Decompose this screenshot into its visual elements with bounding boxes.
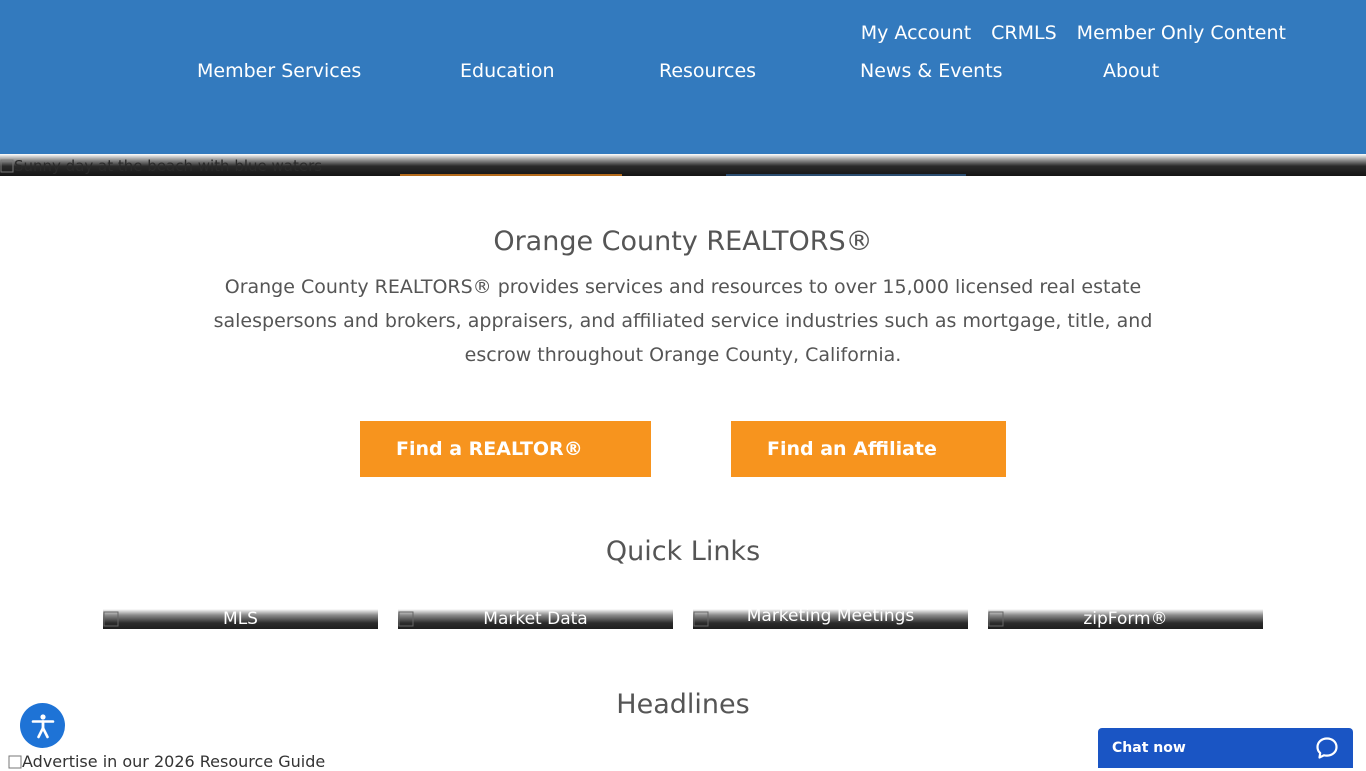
nav-my-account[interactable]: My Account [861,22,971,44]
utility-nav: My Account CRMLS Member Only Content [861,22,1286,44]
site-header: My Account CRMLS Member Only Content Mem… [0,0,1366,154]
quick-link-label: Marketing Meetings [746,609,915,626]
nav-news-events[interactable]: News & Events [860,60,1003,82]
accessibility-icon [31,713,54,738]
hero-alt-text: Sunny day at the beach with blue waters [14,157,323,175]
quick-link-label: MLS [223,609,258,629]
quick-link-market-data[interactable]: Market Data [398,609,673,629]
chat-bubble-icon [1316,737,1338,759]
accessibility-button[interactable] [20,703,65,748]
quick-links-title: Quick Links [605,536,761,567]
broken-image-icon [8,755,22,769]
find-realtor-button[interactable]: Find a REALTOR® [360,421,651,477]
advert-alt-text: Advertise in our 2026 Resource Guide [22,752,326,771]
chat-widget[interactable]: Chat now [1098,728,1353,768]
find-affiliate-button[interactable]: Find an Affiliate [731,421,1006,477]
quick-link-zipform[interactable]: zipForm® [988,609,1263,629]
nav-resources[interactable]: Resources [659,60,756,82]
nav-member-only-content[interactable]: Member Only Content [1077,22,1286,44]
quick-link-label: zipForm® [1083,609,1168,629]
hero-accent-blue [726,174,966,176]
quick-link-label: Market Data [483,609,588,629]
headlines-title: Headlines [616,689,750,720]
quick-link-mls[interactable]: MLS [103,609,378,629]
hero-image-alt: Sunny day at the beach with blue waters [0,157,322,175]
nav-about[interactable]: About [1103,60,1159,82]
advertise-banner[interactable]: Advertise in our 2026 Resource Guide [8,752,325,771]
quick-link-marketing-meetings[interactable]: Marketing Meetings [693,609,968,629]
hero-accent-orange [400,174,622,176]
broken-image-icon [0,159,14,173]
nav-education[interactable]: Education [460,60,555,82]
nav-crmls[interactable]: CRMLS [991,22,1057,44]
hero-image: Sunny day at the beach with blue waters [0,154,1366,176]
page-title: Orange County REALTORS® [493,226,873,257]
chat-label: Chat now [1112,740,1186,756]
intro-text: Orange County REALTORS® provides service… [213,276,1153,366]
nav-member-services[interactable]: Member Services [197,60,361,82]
